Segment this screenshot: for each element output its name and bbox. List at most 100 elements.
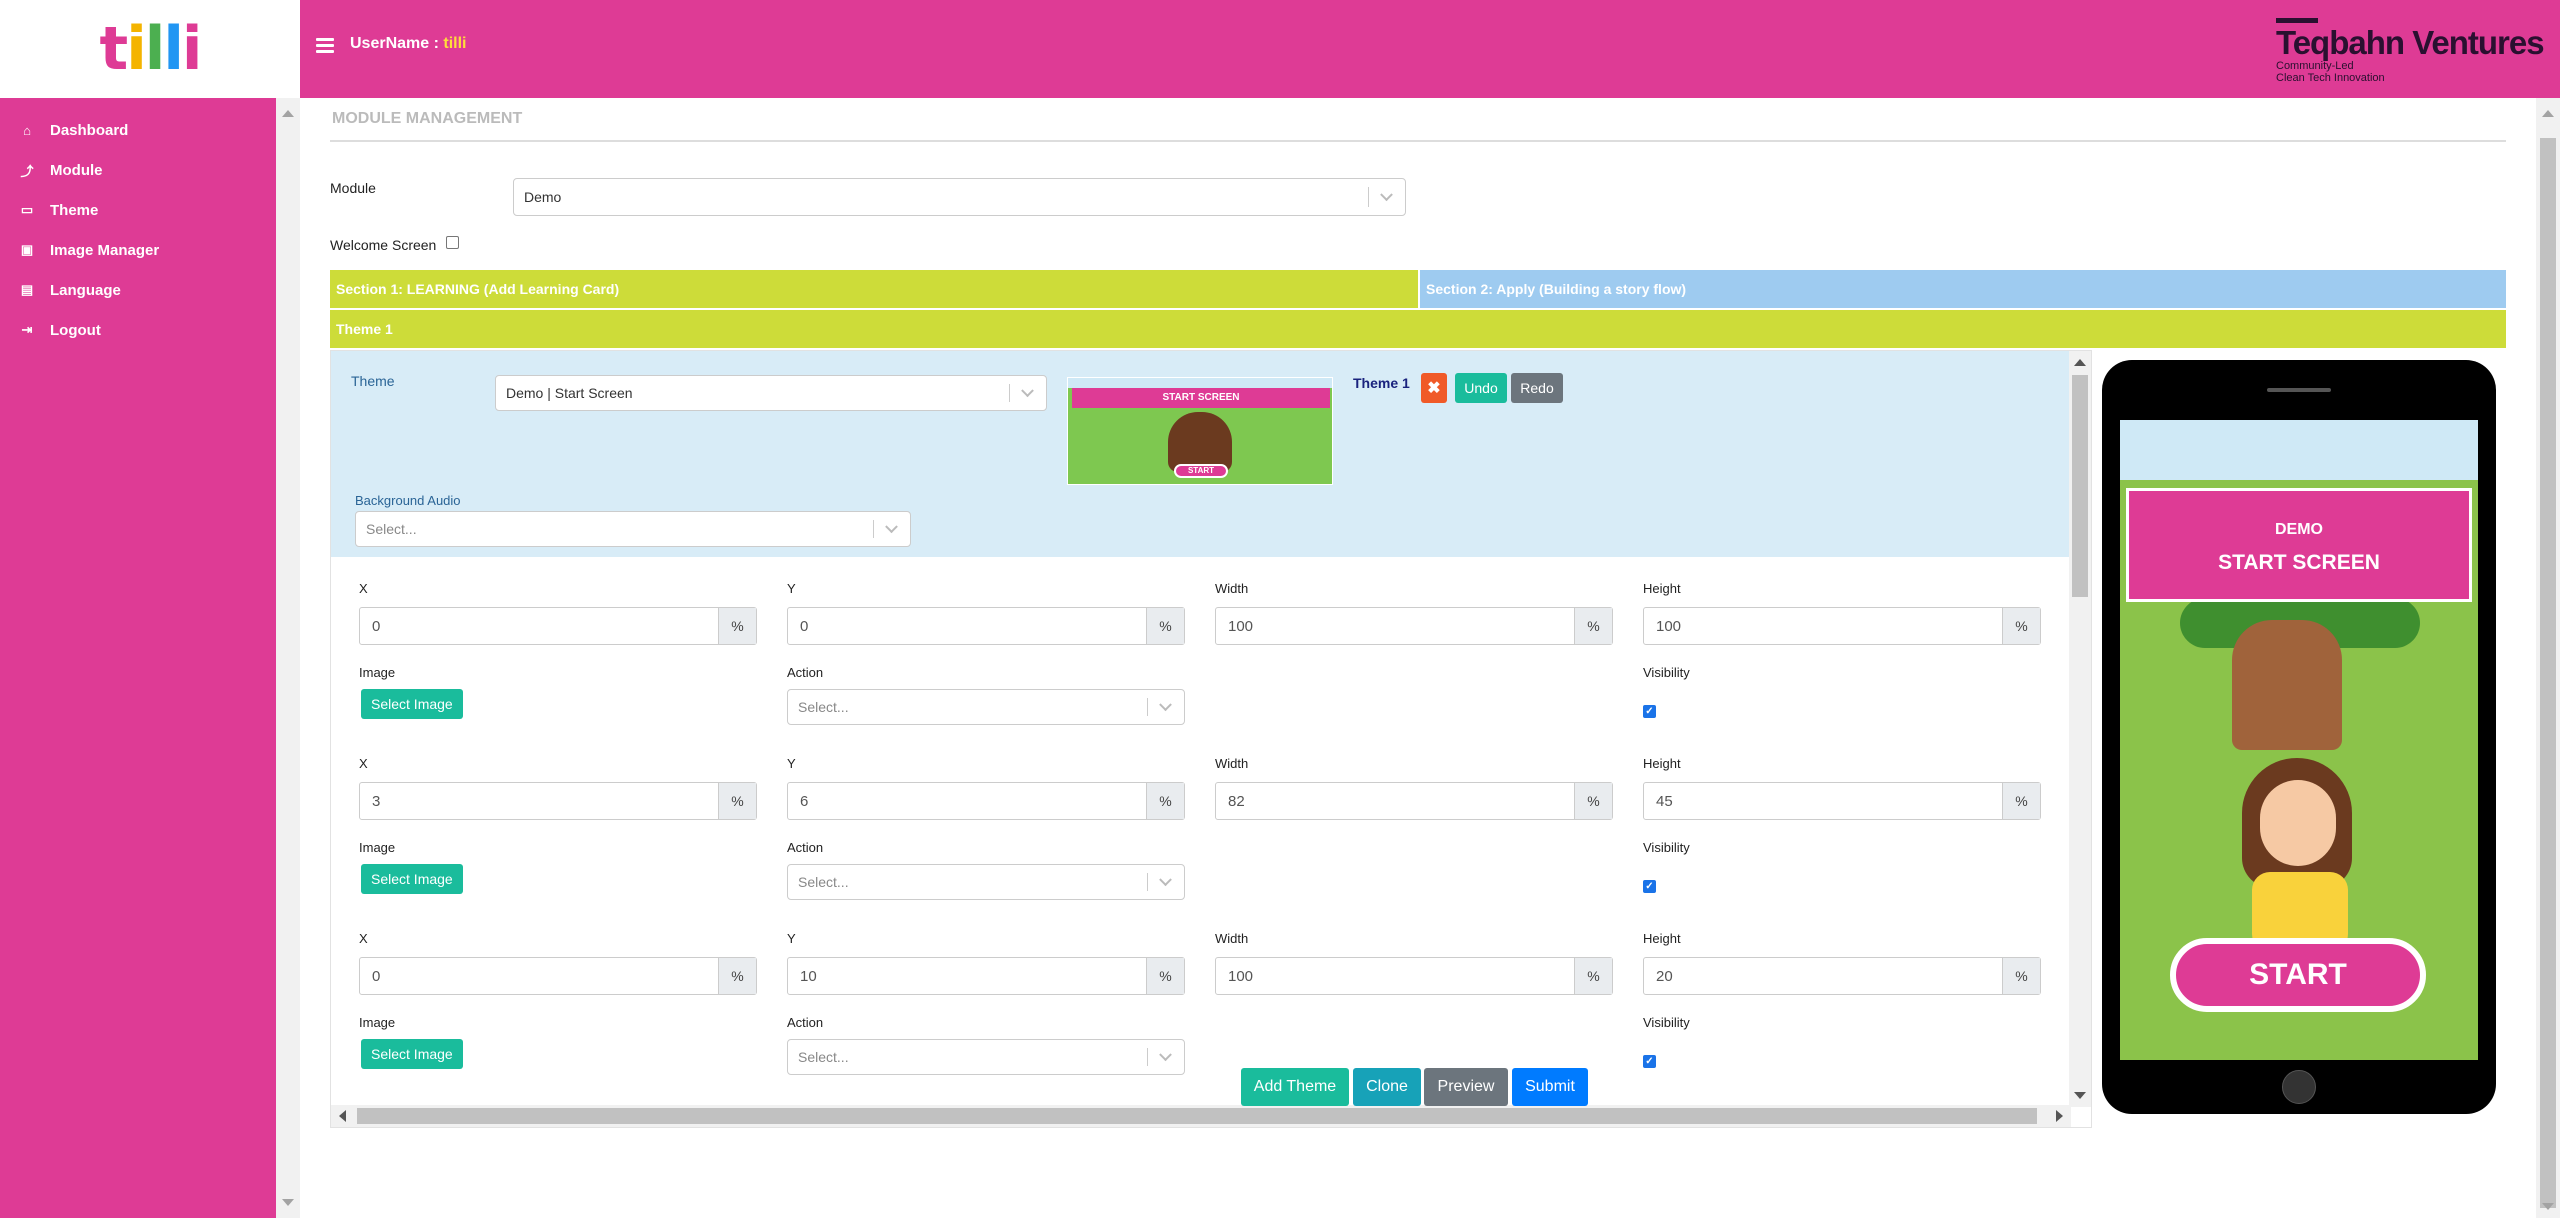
select-image-button[interactable]: Select Image — [361, 864, 463, 894]
visibility-checkbox[interactable]: ✓ — [1643, 880, 1656, 893]
add-theme-button[interactable]: Add Theme — [1241, 1068, 1349, 1106]
width-label: Width — [1215, 756, 1249, 771]
username-display: UserName : tilli — [350, 35, 466, 53]
sidebar-item-image-manager[interactable]: ▣ Image Manager — [0, 230, 300, 270]
phone-home-button — [2282, 1070, 2316, 1104]
y-input[interactable]: 0% — [787, 607, 1185, 645]
width-value: 100 — [1228, 968, 1254, 985]
width-input[interactable]: 100% — [1215, 957, 1613, 995]
undo-button[interactable]: Undo — [1455, 373, 1507, 403]
action-select[interactable]: Select... — [787, 1039, 1185, 1075]
tilli-logo[interactable]: tilli — [99, 14, 203, 84]
action-select[interactable]: Select... — [787, 689, 1185, 725]
thumb-sky — [1068, 378, 1332, 388]
scroll-down-icon[interactable] — [282, 1199, 294, 1206]
logout-icon: ⇥ — [21, 322, 33, 337]
height-input[interactable]: 45% — [1643, 782, 2041, 820]
height-input[interactable]: 20% — [1643, 957, 2041, 995]
divider — [1147, 698, 1148, 716]
visibility-label: Visibility — [1643, 840, 1690, 855]
y-input[interactable]: 10% — [787, 957, 1185, 995]
logo-letter: t — [99, 14, 129, 84]
module-select[interactable]: Demo — [513, 178, 1406, 216]
percent-addon: % — [2002, 608, 2040, 644]
scroll-up-icon[interactable] — [282, 110, 294, 117]
visibility-checkbox[interactable]: ✓ — [1643, 705, 1656, 718]
upload-icon: ⤴ — [20, 163, 34, 179]
height-label: Height — [1643, 931, 1681, 946]
width-label: Width — [1215, 931, 1249, 946]
scroll-up-icon[interactable] — [2074, 359, 2086, 366]
theme-label: Theme — [351, 373, 395, 389]
sidebar-item-label: Module — [50, 161, 103, 179]
language-icon: ▤ — [20, 282, 34, 297]
monitor-icon: ▭ — [20, 202, 34, 217]
sidebar-item-label: Image Manager — [50, 241, 160, 259]
background-audio-placeholder: Select... — [366, 521, 417, 537]
sidebar-scrollbar[interactable] — [276, 98, 300, 1218]
clone-button[interactable]: Clone — [1353, 1068, 1421, 1106]
scroll-down-icon[interactable] — [2074, 1092, 2086, 1099]
scrollbar-thumb[interactable] — [2072, 375, 2088, 597]
welcome-screen-label: Welcome Screen — [330, 237, 437, 253]
sidebar-item-module[interactable]: ⤴ Module — [0, 150, 300, 190]
sidebar-item-dashboard[interactable]: ⌂ Dashboard — [0, 110, 300, 150]
theme-select[interactable]: Demo | Start Screen — [495, 375, 1047, 411]
image-label: Image — [359, 1015, 396, 1030]
x-input[interactable]: 3% — [359, 782, 757, 820]
sidebar-item-theme[interactable]: ▭ Theme — [0, 190, 300, 230]
hamburger-menu-icon[interactable] — [316, 38, 334, 54]
width-input[interactable]: 82% — [1215, 782, 1613, 820]
scroll-down-icon[interactable] — [2542, 1203, 2554, 1210]
sidebar-item-label: Theme — [50, 201, 99, 219]
preview-girl-face — [2260, 780, 2336, 866]
redo-button[interactable]: Redo — [1511, 373, 1563, 403]
divider — [1147, 1048, 1148, 1066]
divider — [1368, 187, 1369, 207]
sidebar-item-label: Language — [50, 281, 121, 299]
logo-bar — [2276, 18, 2318, 23]
tab-theme-1[interactable]: Theme 1 — [330, 310, 2506, 348]
scroll-right-icon[interactable] — [2056, 1110, 2063, 1122]
editor-horizontal-scrollbar[interactable] — [331, 1105, 2071, 1127]
height-value: 100 — [1656, 618, 1682, 635]
select-image-button[interactable]: Select Image — [361, 1039, 463, 1069]
y-input[interactable]: 6% — [787, 782, 1185, 820]
tab-section-apply[interactable]: Section 2: Apply (Building a story flow) — [1418, 270, 2506, 308]
width-input[interactable]: 100% — [1215, 607, 1613, 645]
submit-button[interactable]: Submit — [1512, 1068, 1588, 1106]
background-audio-label: Background Audio — [355, 493, 461, 508]
preview-button[interactable]: Preview — [1424, 1068, 1508, 1106]
background-audio-select[interactable]: Select... — [355, 511, 911, 547]
divider — [1147, 873, 1148, 891]
action-label: Action — [787, 1015, 824, 1030]
theme-editor-panel: Theme Demo | Start Screen START SCREEN S… — [330, 350, 2092, 1128]
scrollbar-thumb[interactable] — [2540, 138, 2556, 1208]
x-input[interactable]: 0% — [359, 607, 757, 645]
width-label: Width — [1215, 581, 1249, 596]
preview-start-button[interactable]: START — [2170, 938, 2426, 1012]
preview-tree-character — [2232, 620, 2342, 750]
select-image-button[interactable]: Select Image — [361, 689, 463, 719]
phone-screen: DEMO START SCREEN START — [2120, 420, 2478, 1060]
x-value: 0 — [372, 968, 381, 985]
sidebar-item-logout[interactable]: ⇥ Logout — [0, 310, 300, 350]
height-value: 20 — [1656, 968, 1673, 985]
visibility-checkbox[interactable]: ✓ — [1643, 1055, 1656, 1068]
x-input[interactable]: 0% — [359, 957, 757, 995]
top-header: UserName : tilli Teqbahn Ventures Commun… — [300, 0, 2560, 98]
section-tabs: Section 1: LEARNING (Add Learning Card) … — [330, 270, 2506, 308]
sidebar-item-language[interactable]: ▤ Language › — [0, 270, 300, 310]
height-input[interactable]: 100% — [1643, 607, 2041, 645]
scroll-left-icon[interactable] — [339, 1110, 346, 1122]
scroll-up-icon[interactable] — [2542, 110, 2554, 117]
delete-theme-button[interactable]: ✖ — [1421, 373, 1447, 403]
action-select[interactable]: Select... — [787, 864, 1185, 900]
tab-section-learning[interactable]: Section 1: LEARNING (Add Learning Card) — [330, 270, 1418, 308]
divider — [330, 140, 2506, 142]
page-scrollbar[interactable] — [2536, 98, 2560, 1218]
editor-vertical-scrollbar[interactable] — [2069, 351, 2091, 1107]
module-select-value: Demo — [524, 189, 562, 205]
welcome-screen-checkbox[interactable] — [446, 236, 459, 249]
scrollbar-thumb[interactable] — [357, 1108, 2037, 1124]
